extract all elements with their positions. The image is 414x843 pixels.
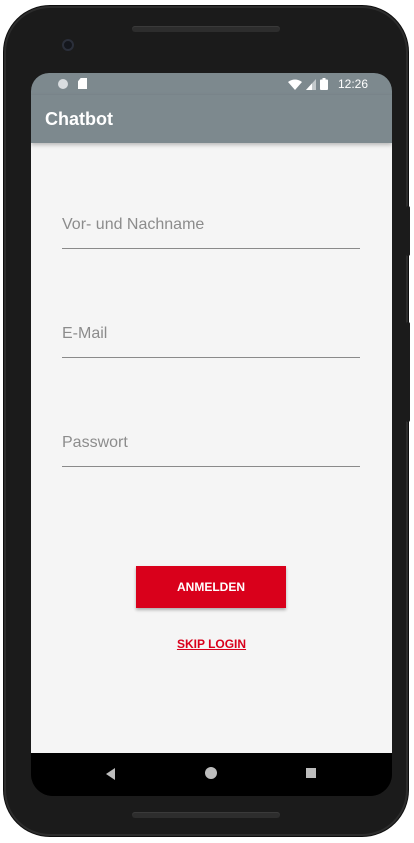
wifi-icon <box>287 79 302 90</box>
password-field[interactable] <box>62 426 360 467</box>
login-button[interactable]: ANMELDEN <box>136 566 286 608</box>
name-field[interactable] <box>62 208 360 249</box>
app-bar: Chatbot <box>31 95 392 143</box>
bottom-speaker <box>132 812 280 818</box>
recents-icon <box>306 768 316 778</box>
recents-button[interactable] <box>305 767 319 781</box>
status-bar: 12:26 <box>31 73 392 95</box>
volume-button <box>406 322 410 422</box>
power-button <box>406 206 410 256</box>
skip-login-link[interactable]: SKIP LOGIN <box>31 637 392 651</box>
home-icon <box>205 767 217 779</box>
battery-icon <box>319 78 328 90</box>
sd-card-icon <box>78 78 87 89</box>
screen: 12:26 Chatbot ANMELDEN SKIP LOGIN <box>31 73 392 796</box>
signal-icon <box>305 78 316 90</box>
navigation-bar <box>31 753 392 796</box>
status-time: 12:26 <box>337 77 368 91</box>
back-button[interactable] <box>106 767 120 781</box>
front-camera-icon <box>62 39 74 51</box>
app-title: Chatbot <box>45 109 113 129</box>
home-button[interactable] <box>205 767 219 781</box>
back-icon <box>106 768 115 780</box>
top-speaker <box>132 26 280 32</box>
phone-frame: 12:26 Chatbot ANMELDEN SKIP LOGIN <box>4 6 408 836</box>
email-field[interactable] <box>62 317 360 358</box>
notification-dot-icon <box>58 78 68 89</box>
login-form: ANMELDEN SKIP LOGIN <box>31 143 392 753</box>
